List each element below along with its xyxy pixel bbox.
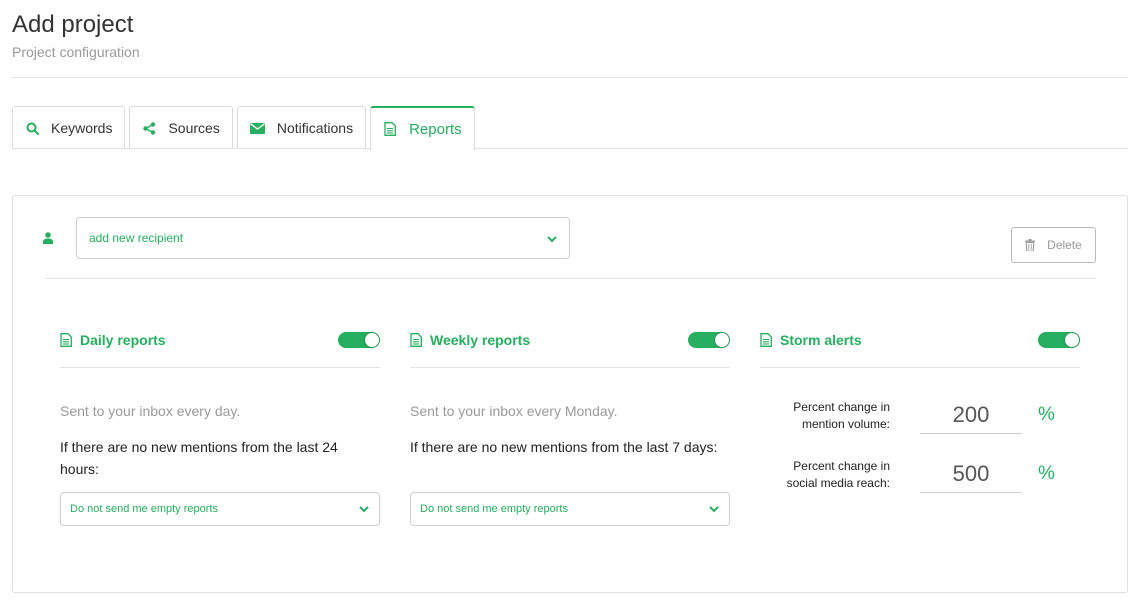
weekly-reports-toggle[interactable] [688,332,730,348]
social-reach-input[interactable]: 500 [920,455,1022,493]
page-header: Add project Project configuration [12,10,1128,60]
envelope-icon [249,121,265,135]
tab-bar: Keywords Sources Notifications Reports [12,106,475,150]
tab-reports[interactable]: Reports [370,106,475,150]
select-value: Do not send me empty reports [70,503,218,515]
social-reach-label: Percent change in social media reach: [786,459,890,490]
user-icon [43,231,53,249]
percent-unit: % [1038,404,1055,425]
tab-label: Keywords [51,120,113,136]
share-icon [142,121,156,135]
weekly-empty-report-select[interactable]: Do not send me empty reports [410,492,730,526]
tabs-divider [12,148,1128,149]
tab-sources[interactable]: Sources [129,106,233,149]
daily-reports-toggle[interactable] [338,332,380,348]
tab-label: Sources [168,120,220,136]
daily-reports-description: Sent to your inbox every day. [60,403,241,419]
chevron-down-icon [709,504,719,516]
section-divider [60,367,380,368]
storm-alerts-toggle[interactable] [1038,332,1080,348]
toggle-knob [1065,333,1079,347]
tab-notifications[interactable]: Notifications [236,106,367,149]
delete-button[interactable]: Delete [1011,227,1096,263]
document-icon [60,333,72,347]
percent-unit: % [1038,463,1055,484]
storm-alerts-section: Storm alerts Percent change in mention v… [760,324,1080,493]
mention-volume-row: Percent change in mention volume: 200 % [760,396,1080,446]
weekly-reports-question: If there are no new mentions from the la… [410,439,718,455]
select-value: Do not send me empty reports [420,503,568,515]
tab-label: Reports [409,120,462,138]
mention-volume-input[interactable]: 200 [920,396,1022,434]
storm-alerts-title: Storm alerts [780,332,862,348]
weekly-reports-description: Sent to your inbox every Monday. [410,403,618,419]
daily-reports-section: Daily reports Sent to your inbox every d… [60,324,380,526]
social-reach-row: Percent change in social media reach: 50… [760,455,1080,505]
tab-label: Notifications [276,120,354,136]
tab-keywords[interactable]: Keywords [12,106,126,149]
storm-alerts-header: Storm alerts [760,324,1080,356]
recipient-select[interactable]: add new recipient [76,217,570,259]
mention-volume-label: Percent change in mention volume: [793,400,890,431]
chevron-down-icon [547,232,557,246]
delete-button-label: Delete [1047,238,1082,252]
search-icon [25,121,39,135]
weekly-reports-header: Weekly reports [410,324,730,356]
weekly-reports-section: Weekly reports Sent to your inbox every … [410,324,730,526]
header-divider [12,77,1128,78]
document-icon [410,333,422,347]
section-divider [410,367,730,368]
daily-reports-question: If there are no new mentions from the la… [60,439,338,477]
toggle-knob [365,333,379,347]
document-icon [383,122,397,136]
daily-reports-header: Daily reports [60,324,380,356]
page-title: Add project [12,11,134,38]
document-icon [760,333,772,347]
recipient-select-placeholder: add new recipient [89,231,184,245]
weekly-reports-title: Weekly reports [430,332,531,348]
chevron-down-icon [359,504,369,516]
toggle-knob [715,333,729,347]
panel-divider [45,278,1096,279]
section-divider [760,367,1080,368]
trash-icon [1025,239,1036,251]
reports-panel: add new recipient Delete Daily reports S… [12,195,1128,593]
daily-empty-report-select[interactable]: Do not send me empty reports [60,492,380,526]
page-subtitle: Project configuration [12,44,140,60]
daily-reports-title: Daily reports [80,332,166,348]
